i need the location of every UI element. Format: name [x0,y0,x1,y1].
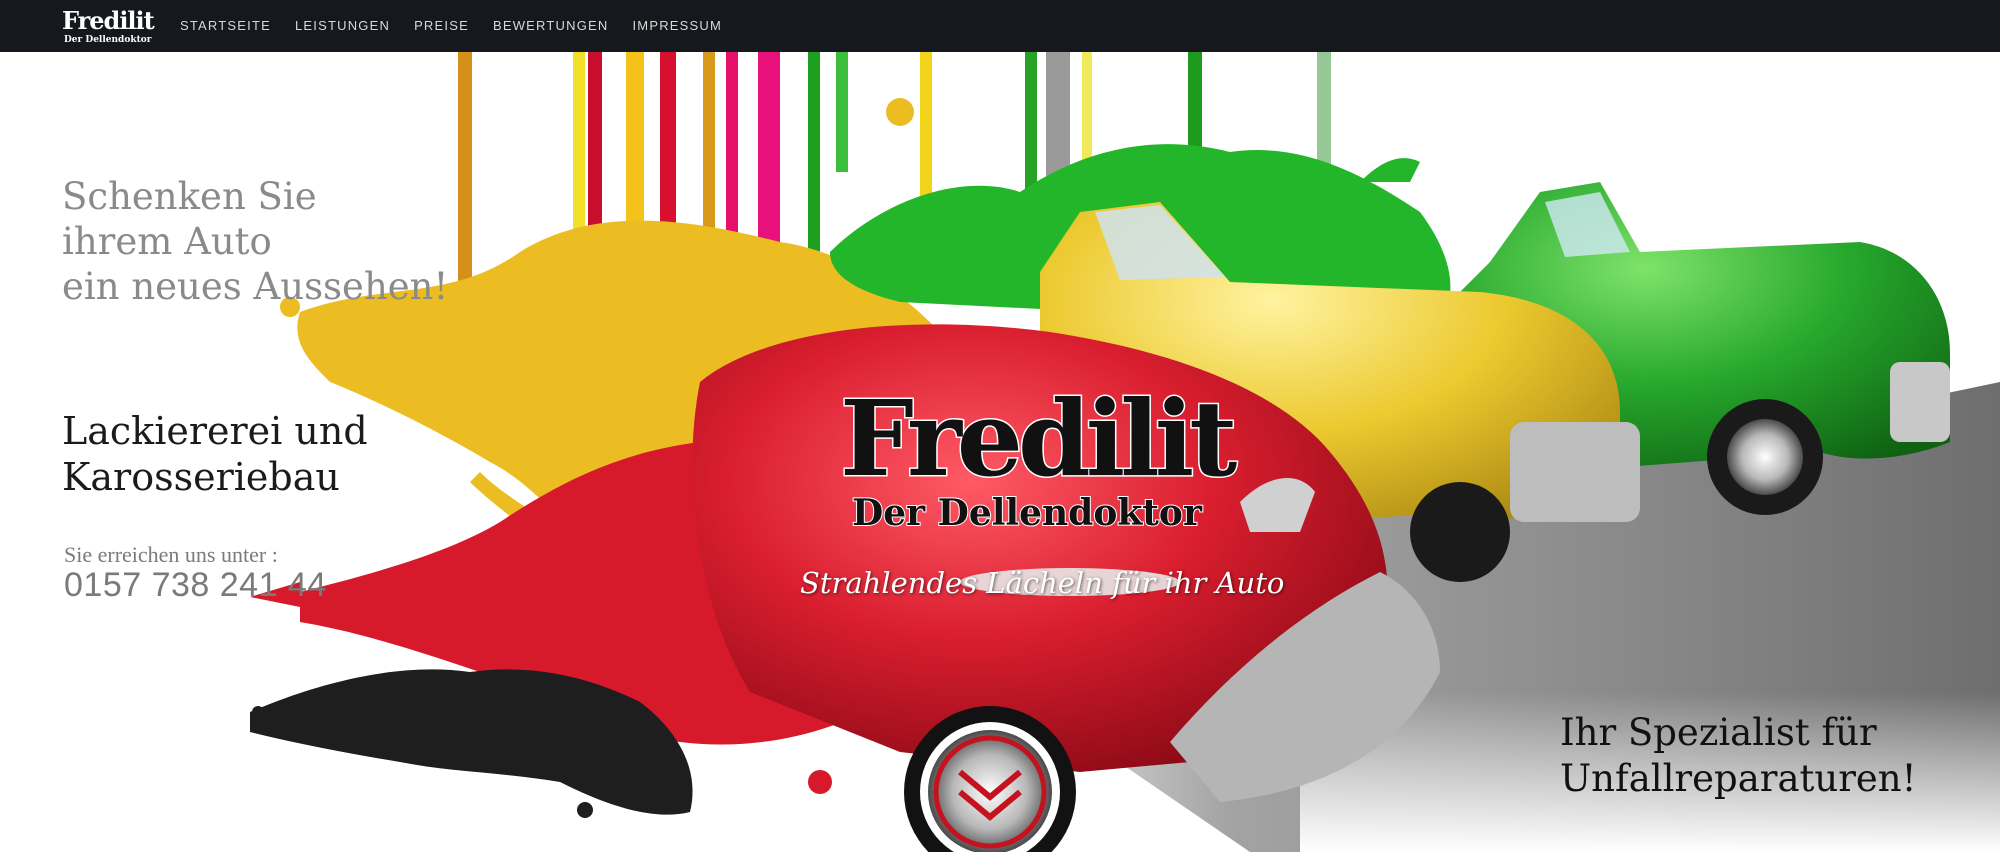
specialist-line: Ihr Spezialist für [1560,711,1877,754]
site-logo[interactable]: Fredilit Der Dellendoktor [62,7,155,47]
nav-item-bewertungen[interactable]: BEWERTUNGEN [481,0,621,52]
nav-item-impressum[interactable]: IMPRESSUM [620,0,734,52]
service-line: Lackiererei und [62,409,368,453]
main-menu: STARTSEITE LEISTUNGEN PREISE BEWERTUNGEN… [180,0,734,52]
service-heading: Lackiererei und Karosseriebau [62,408,368,500]
hero-slogan: Schenken Sie ihrem Auto ein neues Ausseh… [62,174,448,309]
brand-title: Fredilit [838,377,1238,500]
logo-subtitle: Der Dellendoktor [64,35,152,45]
nav-item-preise[interactable]: PREISE [402,0,481,52]
specialist-line: Unfallreparaturen! [1560,757,1917,800]
brand-subtitle: Der Dellendoktor [851,491,1203,535]
phone-number[interactable]: 0157 738 241 44 [64,566,327,605]
contact-label: Sie erreichen uns unter : [64,542,278,567]
service-line: Karosseriebau [62,455,340,499]
slogan-line: ein neues Aussehen! [62,265,449,308]
hero-banner: Schenken Sie ihrem Auto ein neues Ausseh… [0,52,2000,852]
logo-title: Fredilit [62,6,155,35]
slogan-line: Schenken Sie [62,175,317,218]
specialist-heading: Ihr Spezialist für Unfallreparaturen! [1560,710,1917,802]
nav-item-startseite[interactable]: STARTSEITE [180,0,283,52]
nav-item-leistungen[interactable]: LEISTUNGEN [283,0,402,52]
top-navigation: Fredilit Der Dellendoktor STARTSEITE LEI… [0,0,2000,52]
brand-tagline: Strahlendes Lächeln für ihr Auto [800,566,1285,600]
slogan-line: ihrem Auto [62,220,272,263]
